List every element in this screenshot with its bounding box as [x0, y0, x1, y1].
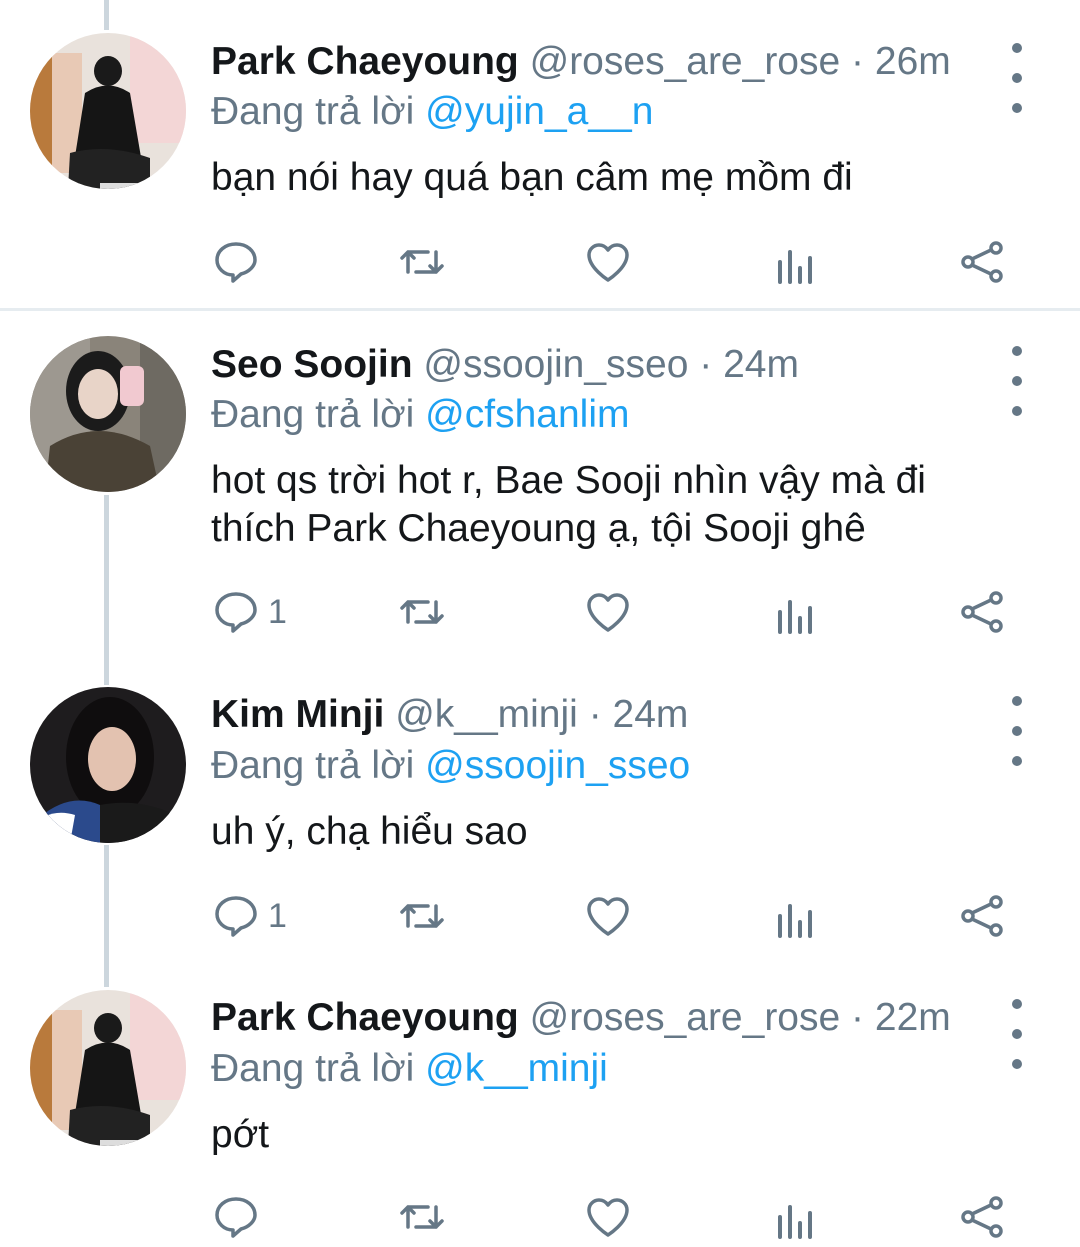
analytics-button[interactable] [772, 1187, 820, 1247]
heart-icon [587, 243, 629, 282]
heart-icon [587, 897, 629, 936]
tweet-text: pớt [211, 1113, 270, 1156]
more-vertical-icon[interactable] [1005, 999, 1029, 1069]
tweet[interactable]: Kim Minji @k__minji · 24m Đang trả lời @… [0, 665, 1080, 965]
replying-prefix: Đang trả lời [211, 393, 415, 436]
analytics-icon [778, 600, 812, 634]
more-vertical-icon[interactable] [1005, 696, 1029, 766]
avatar[interactable] [30, 33, 186, 189]
heart-icon [587, 593, 629, 632]
replying-prefix: Đang trả lời [211, 90, 415, 133]
share-button[interactable] [958, 886, 1006, 946]
analytics-button[interactable] [772, 886, 820, 946]
user-handle[interactable]: @roses_are_rose [530, 40, 841, 83]
tweet-header: Seo Soojin @ssoojin_sseo · 24m [211, 341, 970, 389]
retweet-icon [400, 250, 444, 274]
share-button[interactable] [958, 582, 1006, 642]
analytics-icon [778, 250, 812, 284]
reply-icon [215, 1197, 257, 1238]
reply-icon [215, 896, 257, 937]
like-button[interactable] [584, 1187, 632, 1247]
replying-to: Đang trả lời @k__minji [211, 1045, 608, 1093]
like-button[interactable] [584, 232, 632, 292]
mention-link[interactable]: @yujin_a__n [425, 90, 653, 133]
share-icon [961, 1196, 1003, 1238]
reply-count: 1 [268, 592, 287, 631]
reply-count: 1 [268, 896, 287, 935]
timestamp[interactable]: 24m [723, 343, 799, 386]
timestamp[interactable]: 24m [613, 693, 689, 736]
display-name[interactable]: Seo Soojin [211, 343, 413, 386]
retweet-button[interactable] [398, 886, 446, 946]
reply-button[interactable]: 1 [212, 582, 287, 642]
retweet-icon [400, 1205, 444, 1229]
mention-link[interactable]: @k__minji [425, 1047, 608, 1090]
share-button[interactable] [958, 232, 1006, 292]
replying-prefix: Đang trả lời [211, 744, 415, 787]
tweet-header: Park Chaeyoung @roses_are_rose · 26m [211, 38, 970, 86]
user-handle[interactable]: @roses_are_rose [530, 996, 841, 1039]
like-button[interactable] [584, 886, 632, 946]
tweet[interactable]: Park Chaeyoung @roses_are_rose · 26m Đan… [0, 0, 1080, 308]
share-icon [961, 895, 1003, 937]
separator: · [699, 343, 713, 386]
user-handle[interactable]: @ssoojin_sseo [423, 343, 688, 386]
reply-icon [215, 242, 257, 283]
reply-button[interactable] [212, 232, 268, 292]
separator: · [851, 40, 865, 83]
separator: · [851, 996, 865, 1039]
retweet-button[interactable] [398, 232, 446, 292]
share-icon [961, 591, 1003, 633]
action-bar [0, 1187, 1080, 1247]
share-icon [961, 241, 1003, 283]
replying-to: Đang trả lời @yujin_a__n [211, 88, 653, 136]
analytics-button[interactable] [772, 582, 820, 642]
timestamp[interactable]: 26m [875, 40, 951, 83]
reply-button[interactable] [212, 1187, 268, 1247]
tweet-text: uh ý, chạ hiểu sao [211, 810, 528, 853]
more-vertical-icon[interactable] [1005, 346, 1029, 416]
like-button[interactable] [584, 582, 632, 642]
tweet-header: Park Chaeyoung @roses_are_rose · 22m [211, 994, 970, 1042]
analytics-icon [778, 904, 812, 938]
retweet-icon [400, 600, 444, 624]
timestamp[interactable]: 22m [875, 996, 951, 1039]
tweet[interactable]: Seo Soojin @ssoojin_sseo · 24m Đang trả … [0, 311, 1080, 651]
avatar-kim-minji-image [30, 687, 186, 843]
tweet[interactable]: Park Chaeyoung @roses_are_rose · 22m Đan… [0, 965, 1080, 1243]
separator: · [588, 693, 602, 736]
display-name[interactable]: Park Chaeyoung [211, 996, 519, 1039]
mention-link[interactable]: @ssoojin_sseo [425, 744, 690, 787]
reply-icon [215, 592, 257, 633]
replying-prefix: Đang trả lời [211, 1047, 415, 1090]
avatar[interactable] [30, 336, 186, 492]
share-button[interactable] [958, 1187, 1006, 1247]
tweet-header: Kim Minji @k__minji · 24m [211, 691, 970, 739]
analytics-icon [778, 1205, 812, 1239]
avatar[interactable] [30, 990, 186, 1146]
more-vertical-icon[interactable] [1005, 43, 1029, 113]
display-name[interactable]: Park Chaeyoung [211, 40, 519, 83]
retweet-icon [400, 904, 444, 928]
display-name[interactable]: Kim Minji [211, 693, 384, 736]
reply-button[interactable]: 1 [212, 886, 287, 946]
retweet-button[interactable] [398, 1187, 446, 1247]
replying-to: Đang trả lời @cfshanlim [211, 391, 629, 439]
tweet-text: hot qs trời hot r, Bae Sooji nhìn vậy mà… [211, 459, 926, 550]
avatar-park-chaeyoung-image [30, 33, 186, 189]
replying-to: Đang trả lời @ssoojin_sseo [211, 742, 690, 790]
heart-icon [587, 1198, 629, 1237]
analytics-button[interactable] [772, 232, 820, 292]
mention-link[interactable]: @cfshanlim [425, 393, 629, 436]
user-handle[interactable]: @k__minji [395, 693, 578, 736]
avatar-seo-soojin-image [30, 336, 186, 492]
avatar[interactable] [30, 687, 186, 843]
tweet-text: bạn nói hay quá bạn câm mẹ mồm đi [211, 156, 853, 199]
retweet-button[interactable] [398, 582, 446, 642]
action-bar: 1 [0, 582, 1080, 642]
avatar-park-chaeyoung-image [30, 990, 186, 1146]
action-bar: 1 [0, 886, 1080, 946]
action-bar [0, 232, 1080, 292]
